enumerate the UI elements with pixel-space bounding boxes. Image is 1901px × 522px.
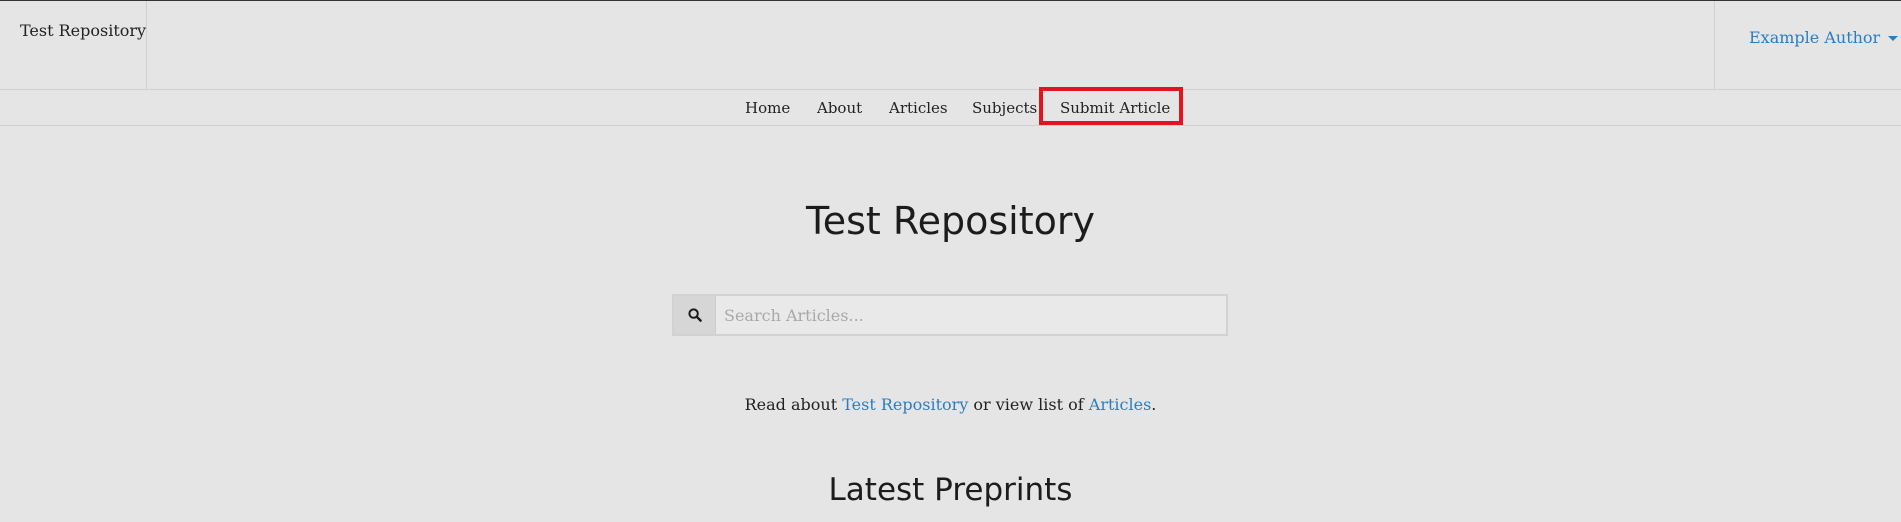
nav-item-subjects[interactable]: Subjects (972, 99, 1037, 117)
repo-about-link[interactable]: Test Repository (842, 395, 968, 414)
account-area: Example Author (1714, 1, 1901, 90)
brand-area: Test Repository (0, 1, 147, 90)
page-title: Test Repository (806, 199, 1095, 243)
intro-middle: or view list of (968, 395, 1089, 414)
latest-preprints-heading: Latest Preprints (828, 472, 1073, 508)
intro-text: Read about Test Repository or view list … (0, 395, 1901, 414)
search-input[interactable] (716, 296, 1226, 334)
nav-item-about[interactable]: About (817, 99, 862, 117)
search-icon (688, 308, 702, 322)
intro-suffix: . (1151, 395, 1157, 414)
intro-prefix: Read about (744, 395, 843, 414)
caret-down-icon (1888, 36, 1899, 41)
search-bar (672, 294, 1228, 336)
main-nav: Home About Articles Subjects Submit Arti… (0, 87, 1901, 126)
brand-link[interactable]: Test Repository (20, 21, 146, 40)
nav-item-articles[interactable]: Articles (889, 99, 948, 117)
account-name: Example Author (1749, 28, 1881, 47)
nav-item-home[interactable]: Home (745, 99, 790, 117)
search-button[interactable] (674, 296, 716, 334)
nav-item-submit-article[interactable]: Submit Article (1060, 99, 1170, 117)
articles-link[interactable]: Articles (1089, 395, 1152, 414)
top-header: Test Repository Example Author (0, 1, 1901, 90)
account-dropdown[interactable]: Example Author (1749, 28, 1899, 47)
